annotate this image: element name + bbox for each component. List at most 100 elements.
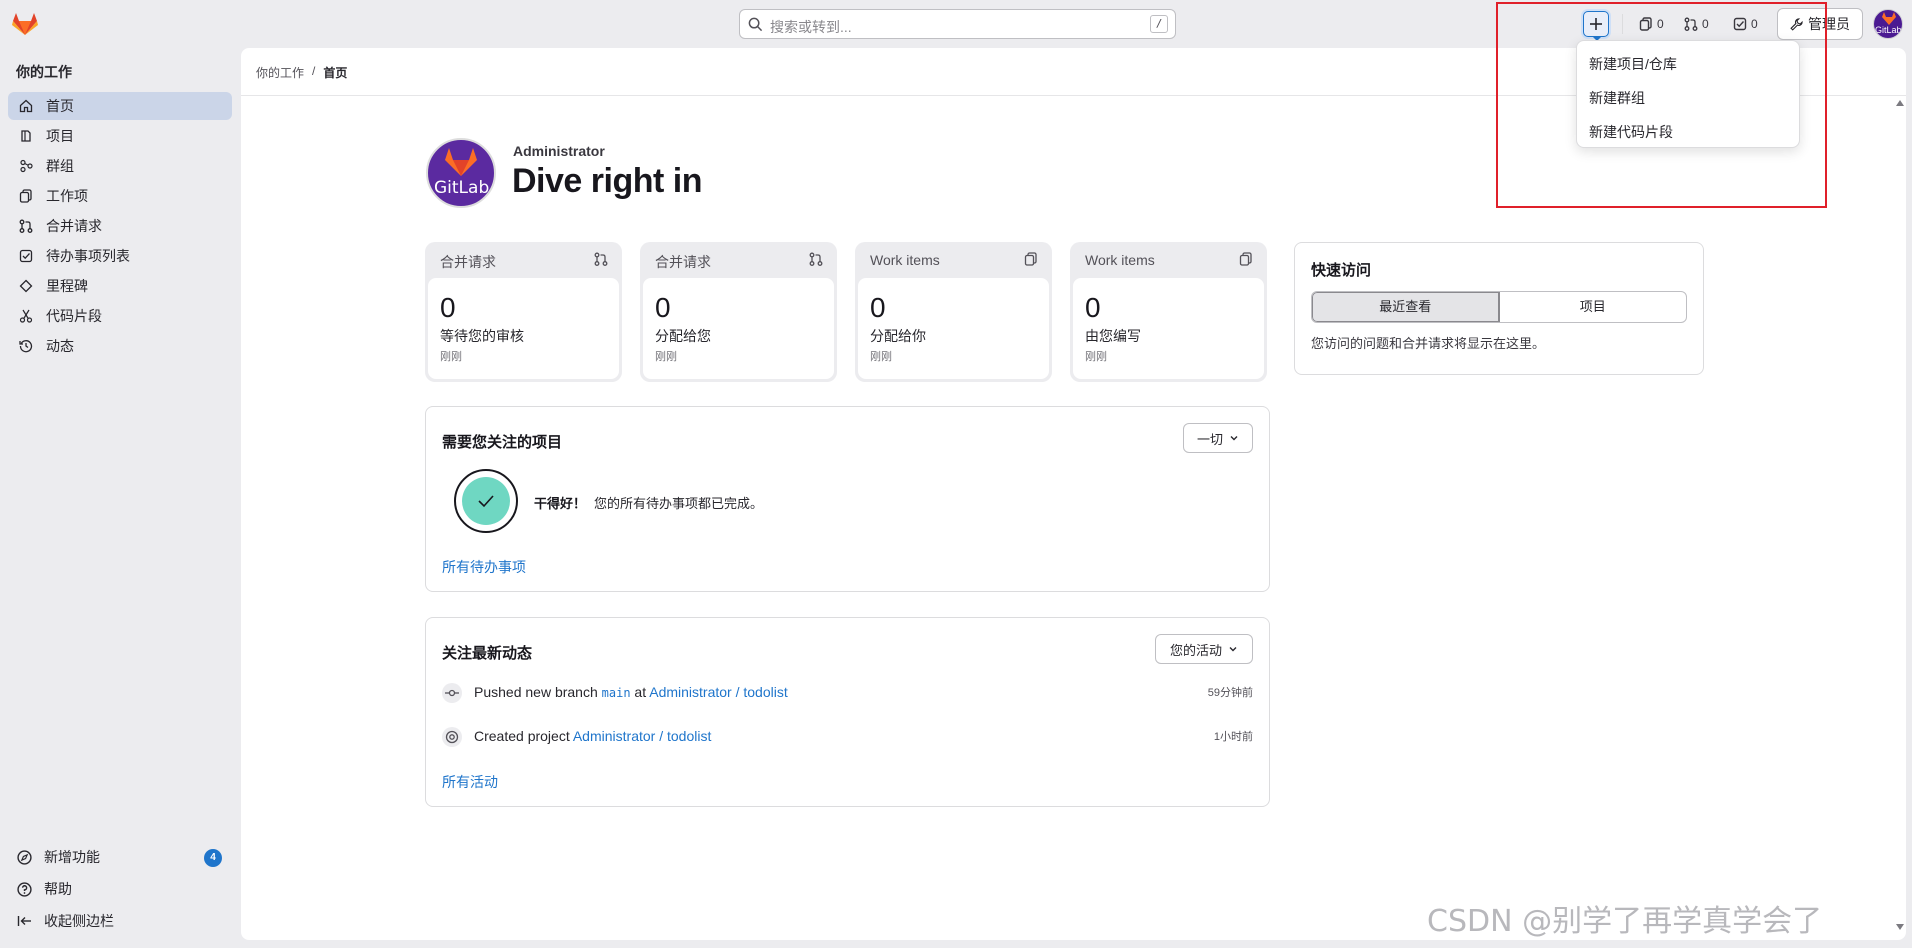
sidebar-heading: 你的工作 [16, 64, 72, 80]
project-created-icon [442, 727, 462, 747]
help-label: 帮助 [44, 881, 72, 897]
activity-title: 关注最新动态 [442, 645, 533, 662]
stat-card-mr-review[interactable]: 合并请求 0 等待您的审核 刚刚 [425, 242, 622, 382]
collapse-left-icon [14, 914, 34, 928]
chevron-down-icon [1228, 644, 1238, 654]
work-items-icon [1024, 252, 1038, 266]
activity-filter-value: 您的活动 [1169, 642, 1222, 658]
group-icon [16, 159, 36, 173]
all-todos-link[interactable]: 所有待办事项 [442, 557, 526, 577]
project-link[interactable]: Administrator / todolist [573, 728, 712, 744]
home-icon [16, 99, 36, 113]
sidebar-item-home[interactable]: 首页 [8, 92, 232, 120]
collapse-sidebar-button[interactable]: 收起侧边栏 [8, 907, 232, 935]
merge-request-icon [16, 219, 36, 233]
milestone-icon [16, 279, 36, 293]
stat-card-work-items-authored[interactable]: Work items 0 由您编写 刚刚 [1070, 242, 1267, 382]
breadcrumb-separator: / [312, 64, 316, 78]
tab-recently-viewed[interactable]: 最近查看 [1312, 292, 1500, 322]
sidebar-item-label: 里程碑 [46, 278, 88, 294]
activity-time: 1小时前 [1213, 731, 1253, 743]
sidebar-item-work-items[interactable]: 工作项 [8, 182, 232, 210]
sidebar-item-label: 待办事项列表 [46, 248, 130, 264]
sidebar-item-projects[interactable]: 项目 [8, 122, 232, 150]
merge-request-icon [594, 252, 608, 266]
snippet-icon [16, 309, 36, 323]
activity-panel: 关注最新动态 您的活动 Pushed new branch main at Ad… [425, 617, 1270, 807]
stat-value: 0 [440, 292, 456, 323]
whats-new-label: 新增功能 [44, 849, 100, 865]
empty-state-heading: 干得好！ [534, 496, 587, 511]
stat-card-title: 合并请求 [440, 254, 496, 270]
stat-time: 刚刚 [1085, 351, 1107, 363]
question-icon [14, 881, 34, 897]
hero-avatar-text: GitLab [434, 178, 490, 198]
stat-value: 0 [655, 292, 671, 323]
stat-card-body: 0 分配给您 刚刚 [643, 278, 834, 379]
sidebar-item-label: 首页 [46, 98, 74, 114]
tab-projects[interactable]: 项目 [1500, 292, 1687, 322]
sidebar-item-label: 项目 [46, 128, 74, 144]
quick-access-title: 快速访问 [1311, 262, 1372, 279]
stat-label: 分配给您 [655, 328, 711, 344]
highlight-annotation-box [1496, 2, 1827, 208]
sidebar-item-activity[interactable]: 动态 [8, 332, 232, 360]
stat-label: 由您编写 [1085, 328, 1141, 344]
attention-filter-value: 一切 [1196, 431, 1223, 447]
sidebar-item-snippets[interactable]: 代码片段 [8, 302, 232, 330]
quick-access-empty-text: 您访问的问题和合并请求将显示在这里。 [1311, 336, 1546, 351]
all-activity-link[interactable]: 所有活动 [442, 772, 498, 792]
sidebar-item-label: 合并请求 [46, 218, 102, 234]
stat-card-title: Work items [1085, 252, 1155, 268]
whats-new-button[interactable]: 新增功能 4 [8, 843, 232, 871]
stat-card-mr-assigned[interactable]: 合并请求 0 分配给您 刚刚 [640, 242, 837, 382]
sidebar-item-label: 代码片段 [46, 308, 102, 324]
sidebar-item-label: 工作项 [46, 188, 88, 204]
breadcrumb: 你的工作 / 首页 [256, 64, 347, 81]
breadcrumb-current[interactable]: 首页 [323, 64, 347, 81]
activity-filter-dropdown[interactable]: 您的活动 [1155, 634, 1253, 664]
stat-label: 等待您的审核 [440, 328, 524, 344]
watermark-text: CSDN @别学了再学真学会了 [1427, 904, 1823, 939]
gitlab-logo-icon[interactable] [12, 12, 38, 36]
page-title: Dive right in [512, 162, 702, 200]
stat-card-body: 0 由您编写 刚刚 [1073, 278, 1264, 379]
stat-time: 刚刚 [655, 351, 677, 363]
stat-card-title: 合并请求 [655, 254, 711, 270]
hero-avatar: GitLab [426, 138, 496, 208]
attention-title: 需要您关注的项目 [442, 434, 563, 451]
sidebar-item-merge-requests[interactable]: 合并请求 [8, 212, 232, 240]
search-input[interactable]: 搜索或转到... / [739, 9, 1176, 39]
search-placeholder: 搜索或转到... [770, 19, 852, 35]
project-link[interactable]: Administrator / todolist [649, 684, 788, 700]
activity-time: 59分钟前 [1207, 687, 1253, 699]
breadcrumb-parent[interactable]: 你的工作 [256, 64, 304, 81]
stat-card-body: 0 等待您的审核 刚刚 [428, 278, 619, 379]
quick-access-tabs: 最近查看 项目 [1311, 291, 1687, 323]
activity-text: Pushed new branch [474, 684, 602, 700]
work-items-icon [1239, 252, 1253, 266]
commit-icon [442, 683, 462, 703]
activity-text: at [630, 684, 650, 700]
help-button[interactable]: 帮助 [8, 875, 232, 903]
hero-username[interactable]: Administrator [513, 143, 605, 159]
stat-card-work-items-assigned[interactable]: Work items 0 分配给你 刚刚 [855, 242, 1052, 382]
collapse-label: 收起侧边栏 [44, 913, 114, 929]
sidebar-item-todos[interactable]: 待办事项列表 [8, 242, 232, 270]
stat-card-title: Work items [870, 252, 940, 268]
check-icon [462, 477, 510, 525]
activity-text: Created project [474, 728, 573, 744]
branch-link[interactable]: main [602, 686, 631, 700]
scroll-down-arrow-icon[interactable] [1896, 924, 1904, 930]
search-shortcut-hint: / [1150, 15, 1168, 33]
scroll-up-arrow-icon[interactable] [1896, 100, 1904, 106]
search-icon [748, 17, 763, 32]
sidebar-item-groups[interactable]: 群组 [8, 152, 232, 180]
user-avatar[interactable]: GitLab [1873, 9, 1903, 39]
attention-filter-dropdown[interactable]: 一切 [1183, 423, 1253, 453]
all-done-illustration [454, 469, 518, 533]
project-icon [16, 129, 36, 143]
chevron-down-icon [1229, 433, 1239, 443]
sidebar-item-milestones[interactable]: 里程碑 [8, 272, 232, 300]
stat-time: 刚刚 [870, 351, 892, 363]
